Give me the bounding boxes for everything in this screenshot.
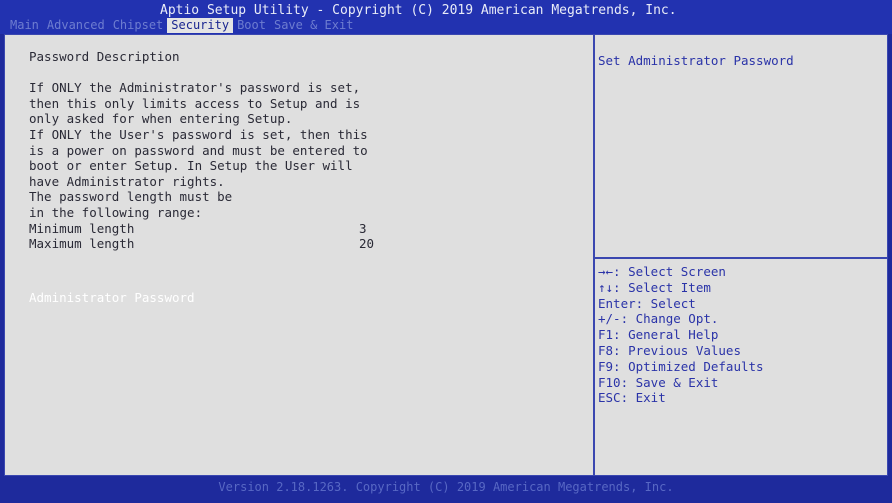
description-line: in the following range: [29,204,203,220]
tab-chipset[interactable]: Chipset [109,18,168,33]
footer-bar: Version 2.18.1263. Copyright (C) 2019 Am… [0,477,892,503]
horizontal-divider [595,257,887,259]
description-line: If ONLY the User's password is set, then… [29,126,368,142]
description-line: then this only limits access to Setup an… [29,95,361,111]
description-line: have Administrator rights. [29,173,225,189]
app-title: Aptio Setup Utility - Copyright (C) 2019… [160,3,677,18]
minimum-length-row: Minimum length 3 [29,221,589,237]
key-enter-select: Enter: Select [598,295,696,311]
setup-panel: Password Description If ONLY the Adminis… [4,34,888,476]
tab-save-exit[interactable]: Save & Exit [270,18,357,33]
tab-bar: Main Advanced Chipset Security Boot Save… [6,18,357,34]
minimum-length-label: Minimum length [29,220,135,236]
tab-security[interactable]: Security [167,18,234,33]
description-line: The password length must be [29,189,233,205]
key-legend: →←: Select Screen ↑↓: Select Item Enter:… [598,264,764,406]
maximum-length-label: Maximum length [29,236,135,252]
key-select-item: ↑↓: Select Item [598,279,711,295]
version-text: Version 2.18.1263. Copyright (C) 2019 Am… [218,480,674,494]
description-line: If ONLY the Administrator's password is … [29,80,361,96]
tab-boot[interactable]: Boot [233,18,270,33]
description-line: is a power on password and must be enter… [29,142,368,158]
maximum-length-row: Maximum length 20 [29,236,589,252]
administrator-password-item[interactable]: Administrator Password [29,290,195,305]
help-text: Set Administrator Password [598,53,794,68]
key-save-exit: F10: Save & Exit [598,374,719,390]
tab-advanced[interactable]: Advanced [43,18,109,33]
minimum-length-value: 3 [359,220,367,236]
tab-main[interactable]: Main [6,18,43,33]
maximum-length-value: 20 [359,236,375,252]
key-previous-values: F8: Previous Values [598,342,741,358]
key-select-screen: →←: Select Screen [598,264,726,279]
vertical-divider [593,35,595,475]
key-exit: ESC: Exit [598,390,666,406]
description-line: only asked for when entering Setup. [29,111,293,127]
description-line: boot or enter Setup. In Setup the User w… [29,158,353,174]
title-bar: Aptio Setup Utility - Copyright (C) 2019… [0,0,892,34]
main-content: Password Description If ONLY the Adminis… [29,49,589,252]
key-general-help: F1: General Help [598,327,719,343]
key-optimized-defaults: F9: Optimized Defaults [598,358,764,374]
key-change-opt: +/-: Change Opt. [598,311,719,327]
password-description-heading: Password Description [29,49,180,64]
